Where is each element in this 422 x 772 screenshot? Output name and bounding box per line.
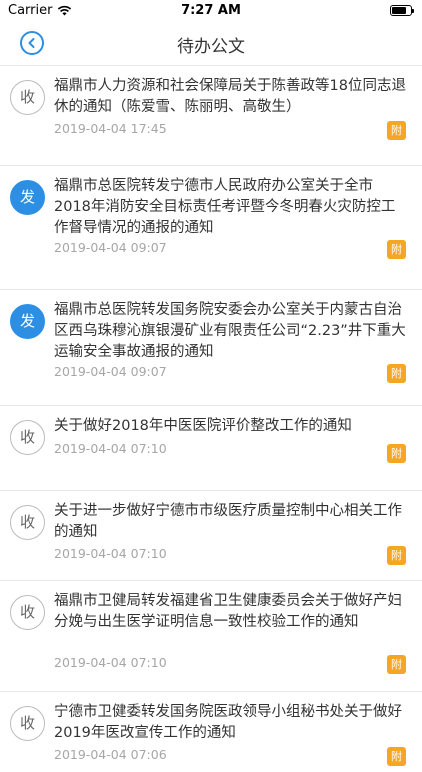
attachment-badge[interactable]: 附 — [387, 240, 406, 259]
attachment-badge[interactable]: 附 — [387, 546, 406, 565]
battery-level — [392, 7, 406, 14]
item-title: 福鼎市人力资源和社会保障局关于陈善政等18位同志退休的通知（陈爱雪、陈丽明、高敬… — [54, 78, 406, 115]
item-date: 2019-04-04 07:10 — [54, 441, 167, 456]
received-badge: 收 — [10, 706, 45, 741]
received-badge: 收 — [10, 420, 45, 455]
item-title: 福鼎市总医院转发宁德市人民政府办公室关于全市2018年消防安全目标责任考评暨今冬… — [54, 178, 396, 236]
list-item[interactable]: 发 福鼎市总医院转发国务院安委会办公室关于内蒙古自治区西乌珠穆沁旗银漫矿业有限责… — [0, 290, 422, 406]
list-item[interactable]: 收 关于做好2018年中医医院评价整改工作的通知 2019-04-04 07:1… — [0, 406, 422, 491]
item-title: 福鼎市卫健局转发福建省卫生健康委员会关于做好产妇分娩与出生医学证明信息一致性校验… — [54, 593, 402, 630]
item-title: 关于做好2018年中医医院评价整改工作的通知 — [54, 418, 352, 434]
document-list: 收 福鼎市人力资源和社会保障局关于陈善政等18位同志退休的通知（陈爱雪、陈丽明、… — [0, 66, 422, 772]
attachment-badge[interactable]: 附 — [387, 444, 406, 463]
item-title: 关于进一步做好宁德市市级医疗质量控制中心相关工作的通知 — [54, 503, 402, 540]
attachment-badge[interactable]: 附 — [387, 655, 406, 674]
status-bar: Carrier 7:27 AM — [0, 0, 422, 22]
list-item[interactable]: 收 宁德市卫健委转发国务院医政领导小组秘书处关于做好2019年医改宣传工作的通知… — [0, 692, 422, 772]
received-badge: 收 — [10, 505, 45, 540]
item-date: 2019-04-04 09:07 — [54, 240, 167, 255]
list-item[interactable]: 收 关于进一步做好宁德市市级医疗质量控制中心相关工作的通知 2019-04-04… — [0, 491, 422, 581]
item-date: 2019-04-04 07:10 — [54, 546, 167, 561]
attachment-badge[interactable]: 附 — [387, 364, 406, 383]
item-title: 福鼎市总医院转发国务院安委会办公室关于内蒙古自治区西乌珠穆沁旗银漫矿业有限责任公… — [54, 302, 406, 360]
received-badge: 收 — [10, 595, 45, 630]
list-item[interactable]: 发 福鼎市总医院转发宁德市人民政府办公室关于全市2018年消防安全目标责任考评暨… — [0, 166, 422, 290]
status-time: 7:27 AM — [181, 3, 241, 18]
list-item[interactable]: 收 福鼎市人力资源和社会保障局关于陈善政等18位同志退休的通知（陈爱雪、陈丽明、… — [0, 66, 422, 166]
item-date: 2019-04-04 07:10 — [54, 655, 167, 670]
item-title: 宁德市卫健委转发国务院医政领导小组秘书处关于做好2019年医改宣传工作的通知 — [54, 704, 402, 741]
item-date: 2019-04-04 07:06 — [54, 747, 167, 762]
battery-icon — [390, 5, 414, 16]
list-item[interactable]: 收 福鼎市卫健局转发福建省卫生健康委员会关于做好产妇分娩与出生医学证明信息一致性… — [0, 581, 422, 692]
item-date: 2019-04-04 17:45 — [54, 121, 167, 136]
attachment-badge[interactable]: 附 — [387, 121, 406, 140]
navigation-bar: 待办公文 — [0, 22, 422, 66]
page-title: 待办公文 — [177, 37, 245, 57]
sent-badge: 发 — [10, 304, 45, 339]
received-badge: 收 — [10, 80, 45, 115]
sent-badge: 发 — [10, 180, 45, 215]
item-date: 2019-04-04 09:07 — [54, 364, 167, 379]
